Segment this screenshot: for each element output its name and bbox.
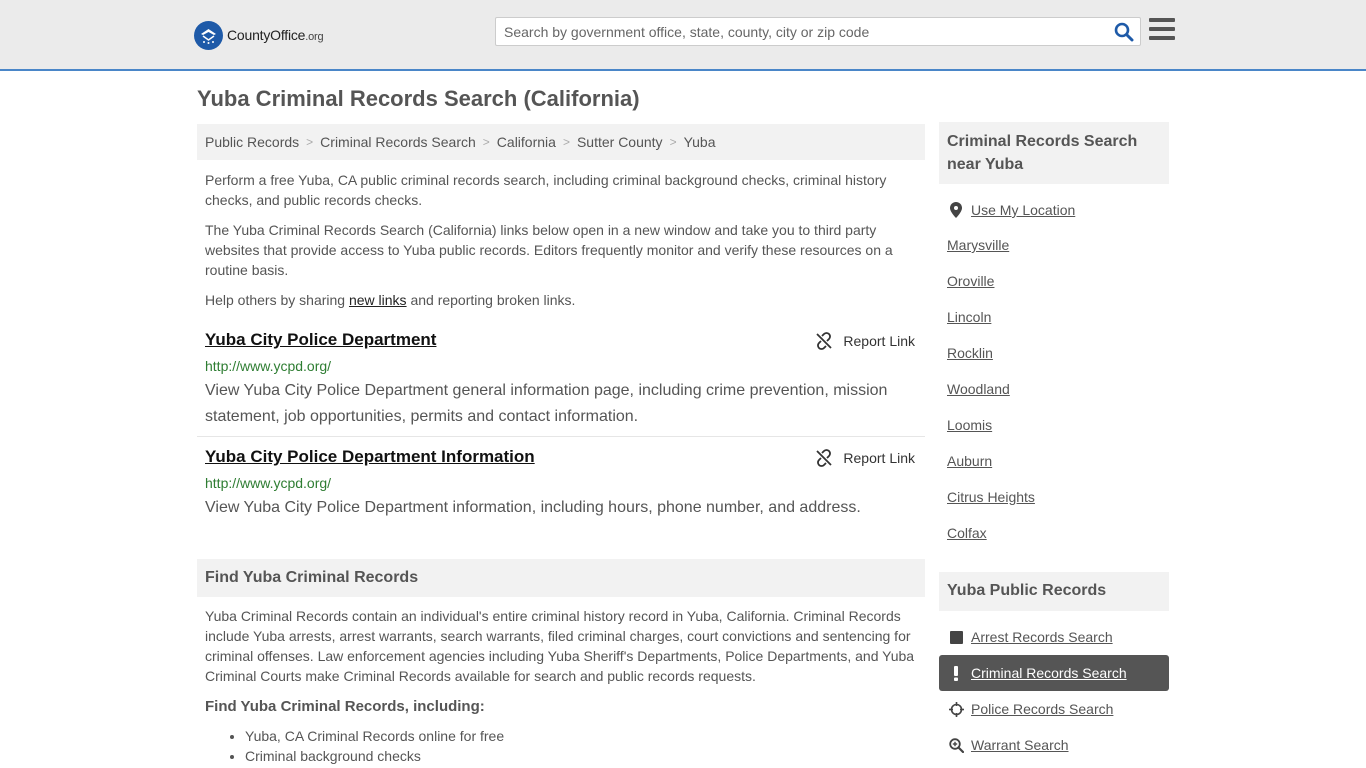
breadcrumb-separator-icon: > — [482, 135, 490, 149]
logo-seal-icon — [194, 20, 223, 50]
arrest-records-search-link[interactable]: Arrest Records Search — [947, 628, 1113, 646]
nearby-city-link[interactable]: Citrus Heights — [947, 489, 1035, 505]
page-title: Yuba Criminal Records Search (California… — [197, 86, 640, 111]
result-url: http://www.ycpd.org/ — [205, 475, 332, 491]
intro-paragraph-2: The Yuba Criminal Records Search (Califo… — [205, 222, 893, 278]
find-section-list: Yuba, CA Criminal Records online for fre… — [245, 726, 504, 766]
breadcrumb-sutter-county[interactable]: Sutter County — [577, 134, 663, 150]
nearby-city-link[interactable]: Loomis — [947, 417, 992, 433]
nearby-city-link[interactable]: Auburn — [947, 453, 992, 469]
new-links-link[interactable]: new links — [349, 292, 407, 308]
breadcrumb-public-records[interactable]: Public Records — [205, 134, 299, 150]
report-link-button[interactable]: Report Link — [815, 332, 915, 350]
breadcrumb-separator-icon: > — [562, 135, 570, 149]
nearby-city-link[interactable]: Lincoln — [947, 309, 991, 325]
nearby-city-link[interactable]: Marysville — [947, 237, 1009, 253]
police-records-search-link[interactable]: Police Records Search — [947, 700, 1113, 718]
find-section-subheading: Find Yuba Criminal Records, including: — [205, 698, 485, 715]
broken-link-icon — [816, 332, 833, 350]
result-title-link[interactable]: Yuba City Police Department — [205, 330, 436, 350]
result-description: View Yuba City Police Department informa… — [205, 499, 861, 516]
nearby-city-link[interactable]: Woodland — [947, 381, 1010, 397]
list-item: Criminal background checks — [245, 746, 504, 766]
breadcrumb-current: Yuba — [683, 134, 716, 150]
report-link-button[interactable]: Report Link — [815, 449, 915, 467]
result-url: http://www.ycpd.org/ — [205, 358, 332, 374]
site-header: CountyOffice.org — [0, 0, 1366, 71]
search-icon[interactable] — [1114, 22, 1134, 42]
warrant-search-link[interactable]: Warrant Search — [947, 736, 1069, 754]
search-bar — [495, 17, 1141, 46]
list-item: Yuba, CA Criminal Records online for fre… — [245, 726, 504, 746]
broken-link-icon — [816, 449, 833, 467]
site-logo[interactable]: CountyOffice.org — [194, 20, 324, 50]
nearby-city-link[interactable]: Oroville — [947, 273, 994, 289]
result-divider — [197, 436, 925, 437]
logo-text: CountyOffice.org — [227, 27, 324, 43]
intro-paragraph-3: Help others by sharing new links and rep… — [205, 292, 576, 308]
nearby-city-link[interactable]: Rocklin — [947, 345, 993, 361]
breadcrumb-criminal-records-search[interactable]: Criminal Records Search — [320, 134, 476, 150]
breadcrumb: Public Records > Criminal Records Search >… — [197, 124, 925, 160]
exclamation-icon — [947, 664, 965, 682]
map-pin-icon — [947, 201, 965, 219]
find-section-body: Yuba Criminal Records contain an individ… — [205, 608, 915, 684]
criminal-records-search-active-item[interactable]: Criminal Records Search — [939, 655, 1169, 691]
search-input[interactable] — [496, 18, 1096, 45]
result-title-link[interactable]: Yuba City Police Department Information — [205, 447, 535, 467]
hamburger-menu-icon[interactable] — [1149, 18, 1175, 42]
intro-paragraph-1: Perform a free Yuba, CA public criminal … — [205, 172, 887, 208]
magnifier-plus-icon — [947, 736, 965, 754]
use-my-location-link[interactable]: Use My Location — [947, 201, 1075, 219]
nearby-city-link[interactable]: Colfax — [947, 525, 987, 541]
breadcrumb-separator-icon: > — [306, 135, 314, 149]
crosshair-icon — [947, 700, 965, 718]
criminal-records-search-link[interactable]: Criminal Records Search — [947, 664, 1127, 682]
breadcrumb-california[interactable]: California — [497, 134, 556, 150]
breadcrumb-separator-icon: > — [669, 135, 677, 149]
sidebar-nearby-heading: Criminal Records Search near Yuba — [939, 122, 1169, 184]
find-section-heading: Find Yuba Criminal Records — [197, 559, 925, 597]
result-description: View Yuba City Police Department general… — [205, 382, 888, 425]
sidebar-public-heading: Yuba Public Records — [939, 572, 1169, 611]
square-icon — [947, 628, 965, 646]
